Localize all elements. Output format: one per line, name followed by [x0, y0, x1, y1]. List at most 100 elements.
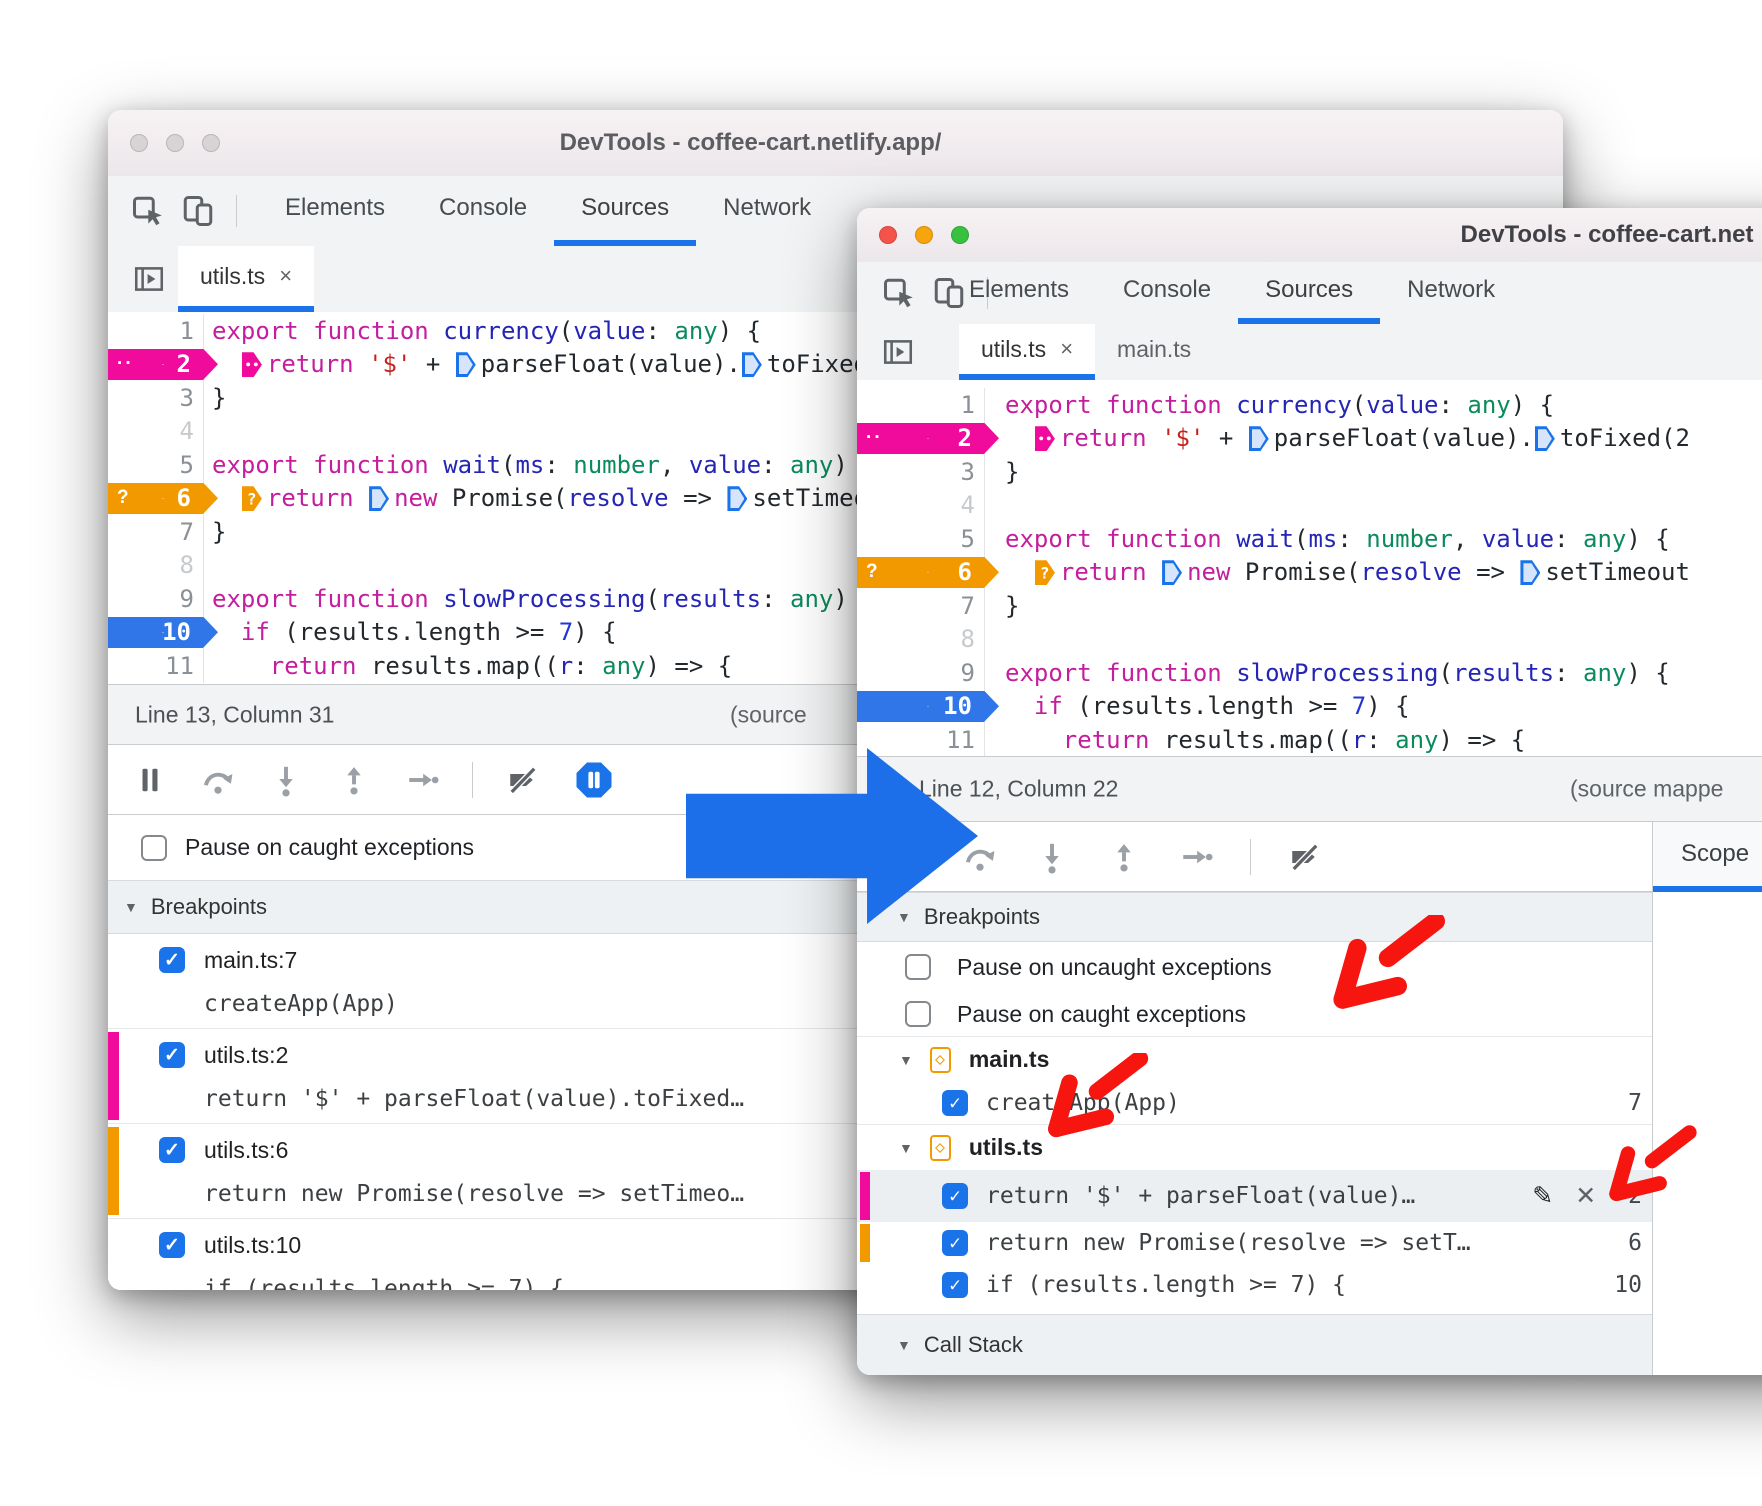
orange-inline-breakpoint-icon[interactable] [1035, 560, 1055, 585]
gutter-line-3[interactable]: 3 [857, 455, 985, 489]
zoom-window-button[interactable] [951, 226, 969, 244]
breakpoint-row-main-ts-7[interactable]: ✓createApp(App)7 [857, 1082, 1652, 1124]
close-window-button[interactable] [879, 226, 897, 244]
gutter-line-2[interactable]: 2··2 [108, 348, 204, 382]
panel-divider[interactable] [1652, 822, 1653, 1375]
tab-sources[interactable]: Sources [1238, 262, 1380, 324]
breakpoint-group-utils-ts[interactable]: ▼utils.ts [857, 1124, 1652, 1170]
gutter-line-7[interactable]: 7 [108, 515, 204, 549]
remove-breakpoint-icon[interactable]: ✕ [1575, 1181, 1596, 1211]
file-tab-utils-ts[interactable]: utils.ts× [959, 324, 1095, 380]
tab-network[interactable]: Network [696, 176, 838, 246]
deactivate-breakpoints-icon[interactable] [505, 762, 541, 798]
step-icon[interactable] [1178, 839, 1214, 875]
call-stack-section-header[interactable]: ▼ Call Stack [857, 1314, 1652, 1375]
breakpoint-checkbox[interactable]: ✓ [942, 1272, 968, 1298]
breakpoint-row-utils-ts-10[interactable]: ✓if (results.length >= 7) {10 [857, 1264, 1652, 1306]
gutter-line-8[interactable]: 8 [857, 623, 985, 657]
pause-icon[interactable] [132, 762, 168, 798]
file-tab-utils-ts[interactable]: utils.ts× [178, 246, 314, 312]
breakpoint-row-utils-ts-6[interactable]: ✓return new Promise(resolve => setT…6 [857, 1222, 1652, 1264]
blue-inline-breakpoint-icon[interactable] [727, 486, 747, 511]
close-icon[interactable]: × [279, 263, 292, 289]
gutter-line-3[interactable]: 3 [108, 381, 204, 415]
code-editor[interactable]: 1export function currency(value: any) {2… [857, 380, 1762, 764]
sidebar-toggle-icon[interactable] [881, 335, 915, 369]
breakpoint-checkbox[interactable]: ✓ [159, 1232, 185, 1258]
chevron-down-icon[interactable]: ▼ [124, 899, 138, 915]
pink-inline-breakpoint-icon[interactable] [242, 352, 262, 377]
pause-exceptions-checkbox[interactable] [905, 1001, 931, 1027]
gutter-line-7[interactable]: 7 [857, 589, 985, 623]
step-out-icon[interactable] [1106, 839, 1142, 875]
gutter-line-11[interactable]: 11 [108, 649, 204, 683]
gutter-line-9[interactable]: 9 [857, 656, 985, 690]
step-icon[interactable] [404, 762, 440, 798]
zoom-window-button[interactable] [202, 134, 220, 152]
gutter-line-10[interactable]: 1010 [108, 616, 204, 650]
minimize-window-button[interactable] [915, 226, 933, 244]
sidebar-toggle-icon[interactable] [132, 262, 166, 296]
chevron-down-icon[interactable]: ▼ [899, 1140, 913, 1156]
chevron-down-icon[interactable]: ▼ [897, 1337, 911, 1353]
blue-inline-breakpoint-icon[interactable] [369, 486, 389, 511]
chevron-down-icon[interactable]: ▼ [897, 909, 911, 925]
tab-network[interactable]: Network [1380, 262, 1522, 324]
gutter-line-8[interactable]: 8 [108, 549, 204, 583]
file-tab-main-ts[interactable]: main.ts [1095, 324, 1213, 380]
blue-inline-breakpoint-icon[interactable] [1162, 560, 1182, 585]
breakpoint-checkbox[interactable]: ✓ [942, 1230, 968, 1256]
device-toolbar-icon[interactable] [180, 193, 216, 229]
pause-on-exceptions-icon[interactable] [573, 759, 615, 801]
deactivate-breakpoints-icon[interactable] [1287, 839, 1323, 875]
tab-console[interactable]: Console [1096, 262, 1238, 324]
gutter-line-4[interactable]: 4 [108, 415, 204, 449]
inspect-element-icon[interactable] [130, 193, 166, 229]
edit-breakpoint-icon[interactable]: ✎ [1532, 1181, 1553, 1211]
minimize-window-button[interactable] [166, 134, 184, 152]
gutter-line-1[interactable]: 1 [857, 388, 985, 422]
breakpoint-group-main-ts[interactable]: ▼main.ts [857, 1036, 1652, 1082]
gutter-line-6[interactable]: 6?6 [857, 556, 985, 590]
gutter-line-4[interactable]: 4 [857, 489, 985, 523]
titlebar[interactable]: DevTools - coffee-cart.net [857, 208, 1762, 263]
breakpoint-row-utils-ts-2[interactable]: ✓return '$' + parseFloat(value)…✎✕2 [857, 1170, 1652, 1222]
tab-console[interactable]: Console [412, 176, 554, 246]
breakpoints-section-header[interactable]: ▼ Breakpoints [857, 892, 1652, 942]
gutter-line-5[interactable]: 5 [857, 522, 985, 556]
gutter-line-2[interactable]: 2··2 [857, 422, 985, 456]
close-icon[interactable]: × [1060, 336, 1073, 362]
blue-inline-breakpoint-icon[interactable] [1520, 560, 1540, 585]
orange-inline-breakpoint-icon[interactable] [242, 486, 262, 511]
pause-on-caught-exceptions-row[interactable]: Pause on caught exceptions [857, 992, 1652, 1036]
breakpoint-checkbox[interactable]: ✓ [942, 1183, 968, 1209]
blue-inline-breakpoint-icon[interactable] [1535, 426, 1555, 451]
pink-breakpoint-marker-icon[interactable]: ··2 [857, 423, 999, 455]
scope-tab[interactable]: Scope [1653, 822, 1762, 892]
blue-inline-breakpoint-icon[interactable] [456, 352, 476, 377]
orange-breakpoint-marker-icon[interactable]: ?6 [108, 483, 218, 515]
blue-breakpoint-marker-icon[interactable]: 10 [108, 617, 218, 649]
step-into-icon[interactable] [268, 762, 304, 798]
breakpoint-checkbox[interactable]: ✓ [159, 1042, 185, 1068]
pink-inline-breakpoint-icon[interactable] [1035, 426, 1055, 451]
pause-exceptions-checkbox[interactable] [905, 954, 931, 980]
step-out-icon[interactable] [336, 762, 372, 798]
breakpoint-checkbox[interactable]: ✓ [159, 1137, 185, 1163]
gutter-line-6[interactable]: 6?6 [108, 482, 204, 516]
breakpoint-checkbox[interactable]: ✓ [942, 1090, 968, 1116]
gutter-line-9[interactable]: 9 [108, 582, 204, 616]
tab-sources[interactable]: Sources [554, 176, 696, 246]
pause-on-caught-checkbox[interactable] [141, 835, 167, 861]
blue-inline-breakpoint-icon[interactable] [742, 352, 762, 377]
step-over-icon[interactable] [200, 762, 236, 798]
breakpoint-checkbox[interactable]: ✓ [159, 947, 185, 973]
titlebar[interactable]: DevTools - coffee-cart.netlify.app/ [108, 110, 1563, 177]
gutter-line-10[interactable]: 1010 [857, 690, 985, 724]
blue-inline-breakpoint-icon[interactable] [1249, 426, 1269, 451]
close-window-button[interactable] [130, 134, 148, 152]
tab-elements[interactable]: Elements [942, 262, 1096, 324]
inspect-element-icon[interactable] [881, 275, 917, 311]
orange-breakpoint-marker-icon[interactable]: ?6 [857, 557, 999, 589]
gutter-line-1[interactable]: 1 [108, 314, 204, 348]
